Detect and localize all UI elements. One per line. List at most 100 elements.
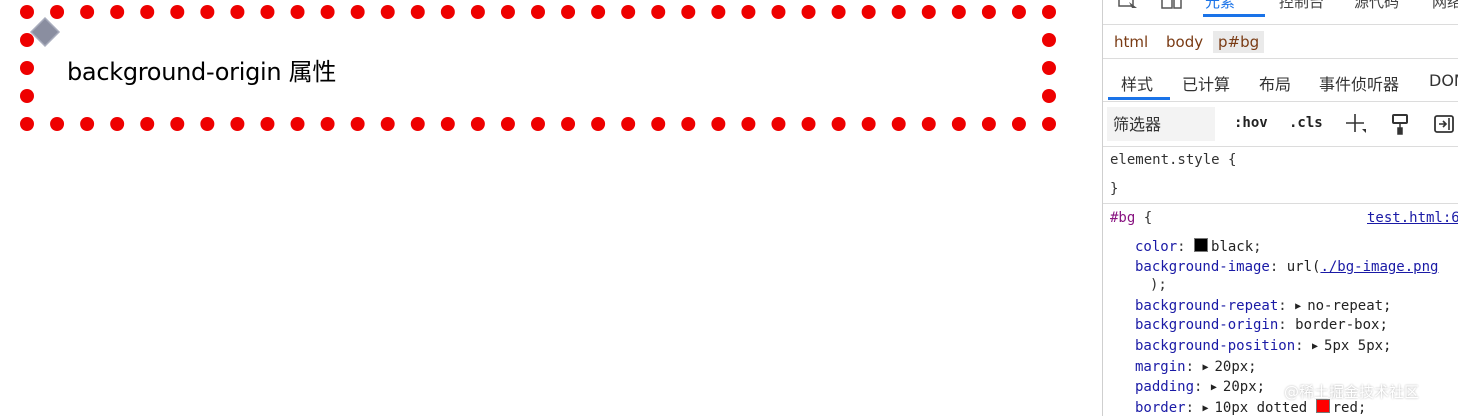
watermark: @稀土掘金技术社区 <box>1284 383 1420 401</box>
subtab-styles[interactable]: 样式 <box>1121 71 1153 95</box>
border-dot <box>500 5 515 19</box>
border-dot <box>771 117 786 131</box>
breadcrumb-body[interactable]: body <box>1161 31 1208 53</box>
expand-triangle-icon[interactable]: ▶ <box>1295 298 1301 316</box>
prop-margin-name[interactable]: margin <box>1135 359 1186 375</box>
border-dot <box>350 5 365 19</box>
prop-margin[interactable]: margin: ▶ 20px; <box>1135 358 1257 377</box>
prop-bgposition-value[interactable]: 5px 5px; <box>1324 338 1391 354</box>
subtab-computed[interactable]: 已计算 <box>1182 71 1230 95</box>
border-dot <box>741 5 756 19</box>
border-dot <box>80 5 95 19</box>
border-dot <box>110 5 125 19</box>
devtools-toolbar: 元素 控制台 源代码 网络 <box>1103 0 1458 25</box>
border-dot <box>200 117 215 131</box>
expand-triangle-icon[interactable]: ▶ <box>1312 338 1318 356</box>
border-dot <box>110 117 125 131</box>
colon: : <box>1194 379 1211 395</box>
border-dot <box>290 117 305 131</box>
colon: : <box>1278 317 1296 333</box>
prop-padding[interactable]: padding: ▶ 20px; <box>1135 378 1265 397</box>
border-dot <box>951 117 966 131</box>
prop-background-image[interactable]: background-image: url(./bg-image.png <box>1135 258 1438 276</box>
border-dot <box>170 5 185 19</box>
subtab-layout[interactable]: 布局 <box>1259 71 1291 95</box>
tab-sources[interactable]: 源代码 <box>1354 0 1399 12</box>
color-swatch-black[interactable] <box>1194 238 1209 252</box>
breadcrumb-html[interactable]: html <box>1109 31 1153 53</box>
subtab-event-listeners[interactable]: 事件侦听器 <box>1319 71 1399 95</box>
rule-source[interactable]: test.html:6 <box>1367 209 1458 227</box>
prop-bgrepeat-value[interactable]: no-repeat; <box>1307 298 1391 314</box>
prop-bgimage-link[interactable]: ./bg-image.png <box>1320 259 1438 275</box>
paragraph-bg[interactable]: background-origin 属性 <box>20 5 1056 131</box>
border-dot <box>230 5 245 19</box>
expand-triangle-icon[interactable]: ▶ <box>1211 379 1217 397</box>
prop-background-origin[interactable]: background-origin: border-box; <box>1135 316 1388 334</box>
border-dot <box>20 61 34 75</box>
prop-bgposition-name[interactable]: background-position <box>1135 338 1295 354</box>
prop-background-position[interactable]: background-position: ▶ 5px 5px; <box>1135 337 1391 356</box>
border-dot <box>80 117 95 131</box>
border-dot <box>651 5 666 19</box>
border-dot <box>531 5 545 19</box>
prop-bgorigin-value[interactable]: border-box; <box>1295 317 1388 333</box>
border-dot <box>1011 5 1026 19</box>
hov-button[interactable]: :hov <box>1234 115 1268 131</box>
paint-format-icon[interactable] <box>1390 113 1412 135</box>
border-dot <box>50 117 65 131</box>
border-dot <box>951 5 966 19</box>
border-dot <box>140 5 155 19</box>
border-dot <box>981 5 996 19</box>
prop-border-prefix[interactable]: 10px dotted <box>1214 400 1307 416</box>
prop-bgimage-name[interactable]: background-image <box>1135 259 1270 275</box>
element-style-open[interactable]: element.style { <box>1110 151 1236 169</box>
border-dot <box>260 5 275 19</box>
border-dot <box>621 117 636 131</box>
border-dot <box>921 5 936 19</box>
subtab-dom[interactable]: DOM <box>1429 71 1458 90</box>
border-dot <box>831 5 846 19</box>
devtools-panel: 元素 控制台 源代码 网络 html body p#bg 样式 已计算 布局 事… <box>1102 0 1458 416</box>
border-dot <box>561 5 576 19</box>
prop-border-name[interactable]: border <box>1135 400 1186 416</box>
inspect-element-icon[interactable] <box>1117 0 1139 10</box>
filter-input[interactable] <box>1107 107 1215 141</box>
border-dot <box>20 117 34 131</box>
border-dot <box>380 117 395 131</box>
prop-color-name[interactable]: color <box>1135 239 1177 255</box>
expand-triangle-icon[interactable]: ▶ <box>1202 400 1208 416</box>
prop-margin-value[interactable]: 20px; <box>1214 359 1256 375</box>
border-dot <box>140 117 155 131</box>
border-dot <box>891 117 906 131</box>
toggle-sidebar-icon[interactable] <box>1433 113 1455 135</box>
prop-color[interactable]: color: black; <box>1135 238 1262 256</box>
prop-border-value[interactable]: red; <box>1333 400 1367 416</box>
page-viewport: background-origin 属性 <box>0 0 1102 416</box>
new-style-rule-icon[interactable] <box>1344 113 1366 135</box>
tab-elements[interactable]: 元素 <box>1205 0 1235 12</box>
prop-background-repeat[interactable]: background-repeat: ▶ no-repeat; <box>1135 297 1391 316</box>
border-dot <box>801 5 816 19</box>
border-dot <box>20 89 34 103</box>
border-dot <box>801 117 816 131</box>
breadcrumb-p-bg[interactable]: p#bg <box>1213 31 1265 53</box>
prop-bgrepeat-name[interactable]: background-repeat <box>1135 298 1278 314</box>
prop-padding-name[interactable]: padding <box>1135 379 1194 395</box>
prop-bgimage-prefix: url( <box>1286 259 1321 275</box>
prop-padding-value[interactable]: 20px; <box>1223 379 1265 395</box>
expand-triangle-icon[interactable]: ▶ <box>1202 359 1208 377</box>
border-dot <box>1042 117 1056 131</box>
tab-network[interactable]: 网络 <box>1432 0 1458 12</box>
prop-bgorigin-name[interactable]: background-origin <box>1135 317 1278 333</box>
prop-color-value[interactable]: black <box>1211 239 1253 255</box>
border-dot <box>290 5 305 19</box>
border-dot <box>1042 5 1056 19</box>
border-dot <box>591 117 606 131</box>
tab-console[interactable]: 控制台 <box>1279 0 1324 12</box>
rule-source-link[interactable]: test.html:6 <box>1367 210 1458 226</box>
device-toolbar-icon[interactable] <box>1161 0 1183 10</box>
rule-selector[interactable]: #bg <box>1110 210 1135 226</box>
cls-button[interactable]: .cls <box>1289 115 1323 131</box>
